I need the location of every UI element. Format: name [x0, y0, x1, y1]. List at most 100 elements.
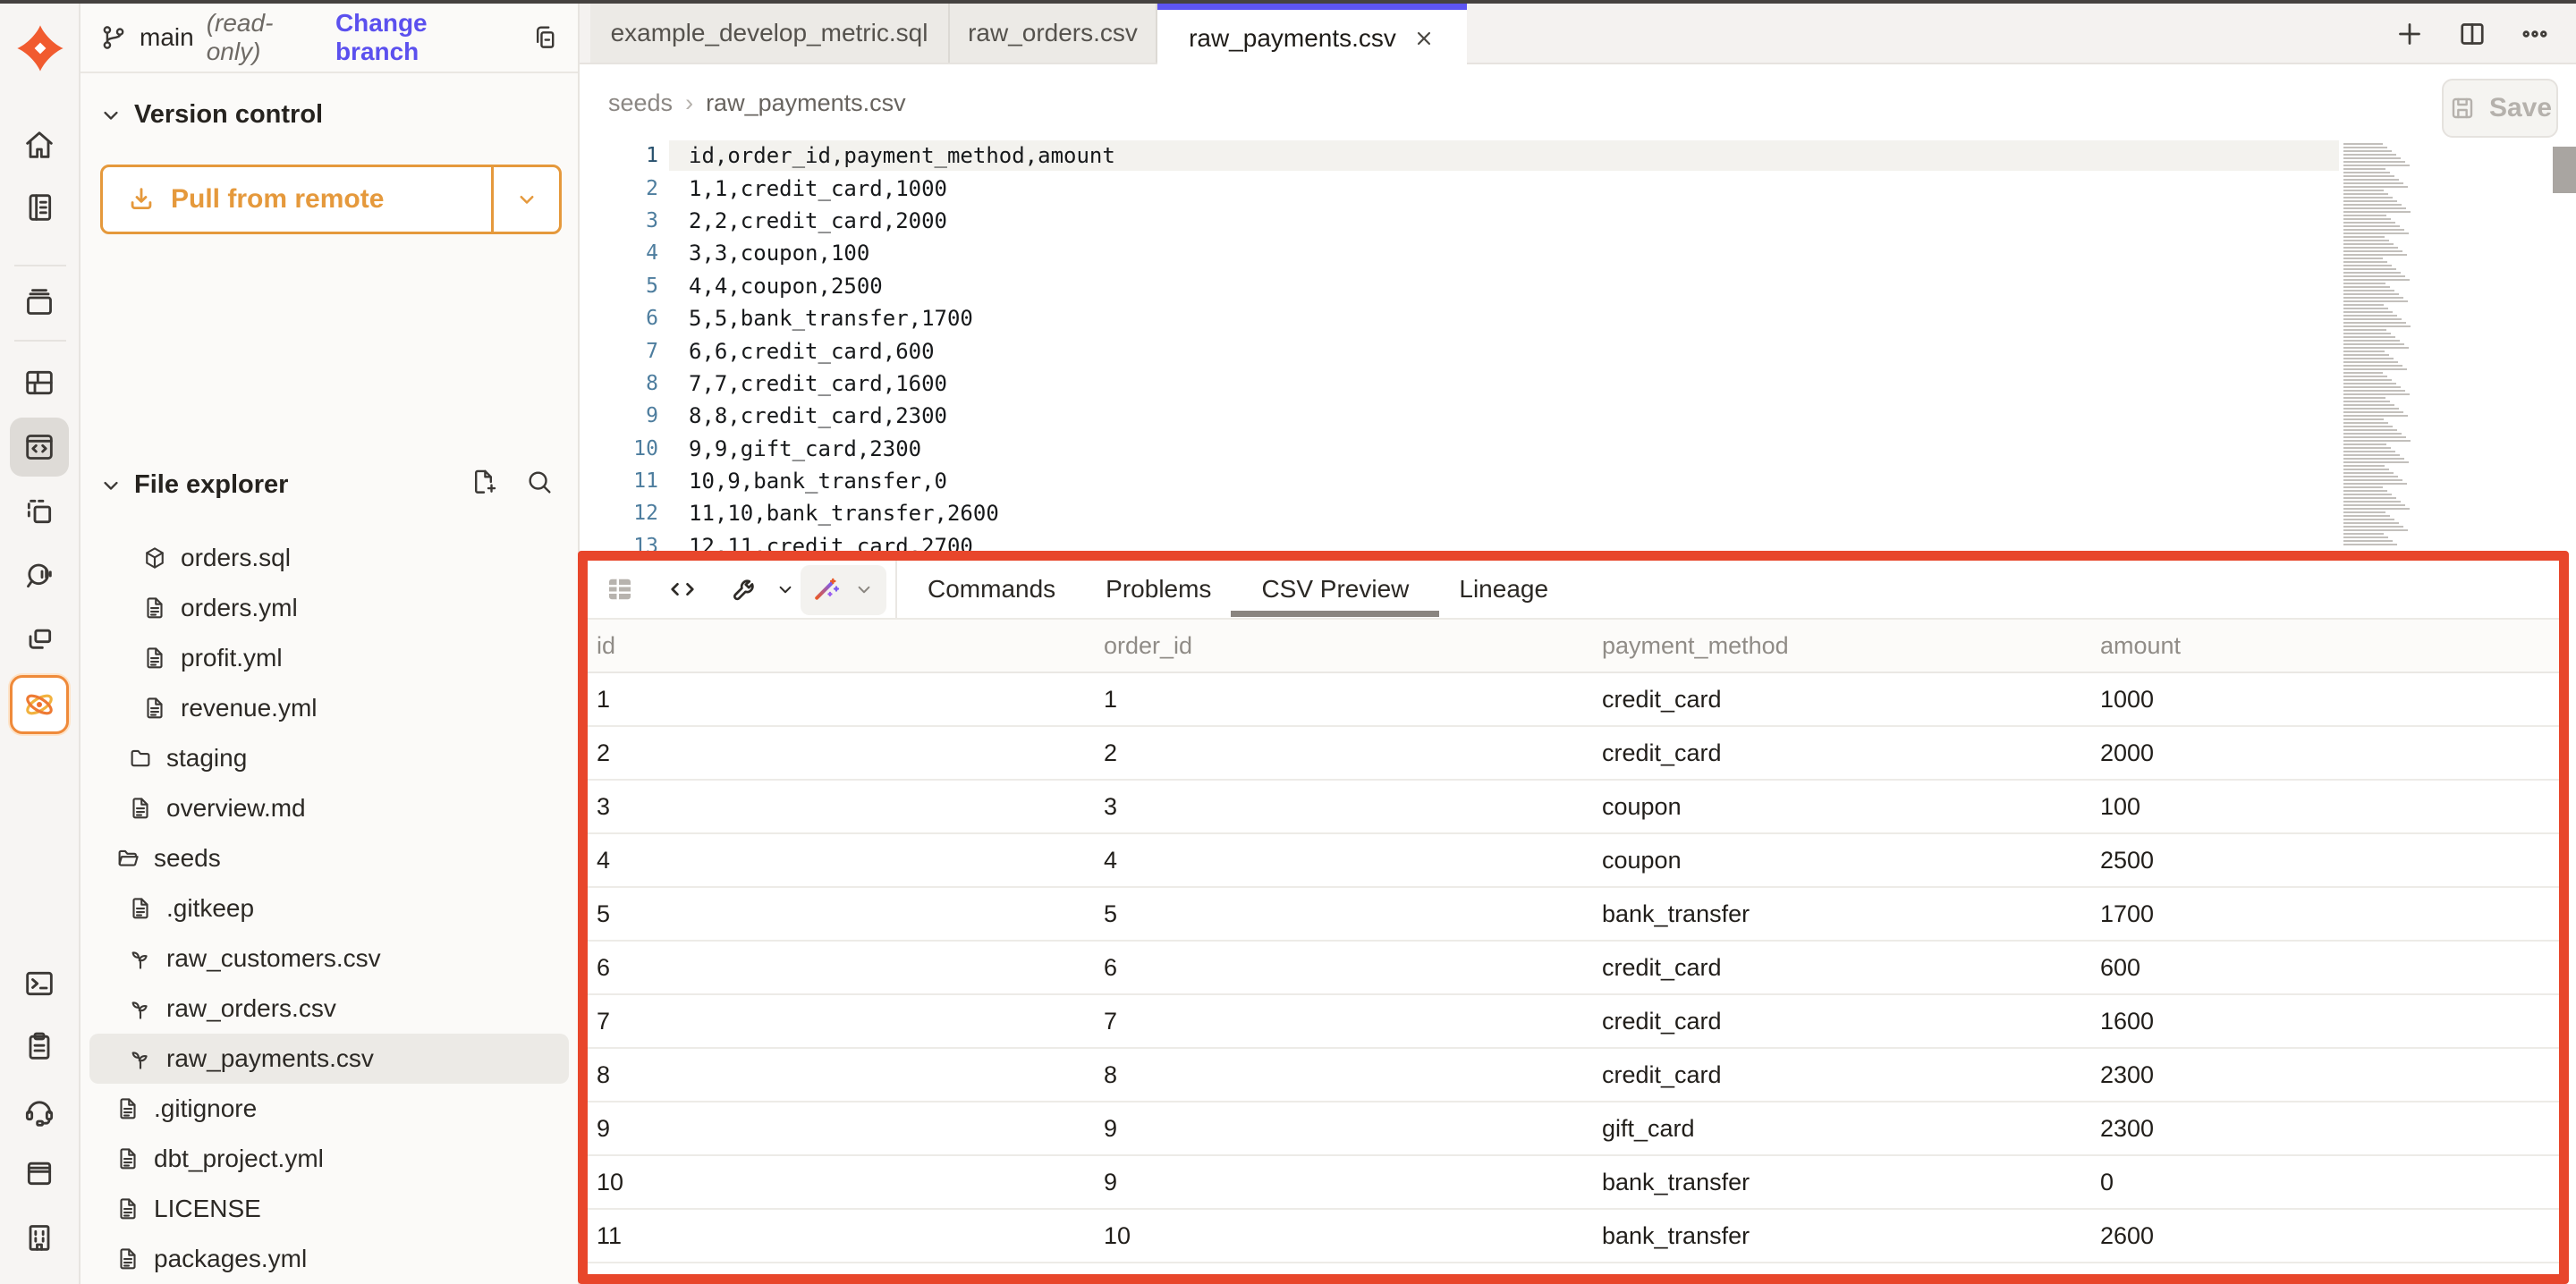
- tab-raw_payments.csv[interactable]: raw_payments.csv: [1157, 4, 1467, 66]
- code-line-3[interactable]: 32,2,credit_card,2000: [580, 205, 2339, 237]
- windows-overlap-icon[interactable]: [10, 611, 69, 670]
- bottom-tab-Problems[interactable]: Problems: [1106, 575, 1211, 604]
- code-line-2[interactable]: 21,1,credit_card,1000: [580, 172, 2339, 204]
- column-header-payment_method[interactable]: payment_method: [1593, 632, 2091, 660]
- search-insights-icon[interactable]: [10, 546, 69, 605]
- line-text: 2,2,credit_card,2000: [689, 208, 947, 233]
- notebook-icon[interactable]: [10, 178, 69, 237]
- table-row-10[interactable]: 109bank_transfer0: [588, 1156, 2559, 1210]
- table-row-5[interactable]: 55bank_transfer1700: [588, 888, 2559, 942]
- table-cell: 7: [1095, 1008, 1593, 1035]
- save-button[interactable]: Save: [2442, 79, 2558, 138]
- table-row-11[interactable]: 1110bank_transfer2600: [588, 1210, 2559, 1263]
- code-icon[interactable]: [666, 573, 699, 605]
- split-view-icon[interactable]: [2456, 18, 2488, 50]
- clipboard-icon[interactable]: [10, 1017, 69, 1076]
- change-branch-link[interactable]: Change branch: [335, 9, 513, 66]
- file-item-orders.yml[interactable]: orders.yml: [89, 583, 569, 633]
- table-icon[interactable]: [604, 573, 636, 605]
- column-header-amount[interactable]: amount: [2091, 632, 2559, 660]
- dbt-logo-icon[interactable]: [15, 23, 65, 73]
- code-editor[interactable]: 1id,order_id,payment_method,amount21,1,c…: [580, 138, 2576, 558]
- column-header-id[interactable]: id: [588, 632, 1095, 660]
- chevron-down-icon[interactable]: [774, 578, 797, 601]
- file-item-label: raw_payments.csv: [166, 1044, 374, 1073]
- code-line-9[interactable]: 98,8,credit_card,2300: [580, 400, 2339, 432]
- table-cell: 1: [1095, 686, 1593, 714]
- version-control-section[interactable]: Version control: [98, 100, 323, 130]
- docs-book-icon[interactable]: [10, 1144, 69, 1203]
- wrench-icon[interactable]: [729, 573, 761, 605]
- home-icon[interactable]: [10, 115, 69, 174]
- tab-example_develop_metric.sql[interactable]: example_develop_metric.sql: [590, 4, 950, 63]
- new-file-icon[interactable]: [469, 467, 499, 497]
- file-item-label: orders.sql: [181, 544, 291, 572]
- file-item-raw_orders.csv[interactable]: raw_orders.csv: [89, 984, 569, 1034]
- code-line-7[interactable]: 76,6,credit_card,600: [580, 334, 2339, 367]
- tab-raw_orders.csv[interactable]: raw_orders.csv: [950, 4, 1157, 63]
- code-line-12[interactable]: 1211,10,bank_transfer,2600: [580, 497, 2339, 529]
- bottom-tab-Commands[interactable]: Commands: [928, 575, 1055, 604]
- table-row-9[interactable]: 99gift_card2300: [588, 1102, 2559, 1156]
- code-line-1[interactable]: 1id,order_id,payment_method,amount: [580, 139, 2339, 172]
- folder-open-icon: [114, 845, 141, 872]
- ellipsis-icon[interactable]: [2519, 18, 2551, 50]
- breadcrumb-folder[interactable]: seeds: [608, 89, 673, 117]
- code-line-4[interactable]: 43,3,coupon,100: [580, 237, 2339, 269]
- window-copy-icon[interactable]: [10, 482, 69, 541]
- file-item-.gitkeep[interactable]: .gitkeep: [89, 883, 569, 933]
- seed-icon: [127, 995, 154, 1022]
- code-line-5[interactable]: 54,4,coupon,2500: [580, 270, 2339, 302]
- copy-icon[interactable]: [530, 22, 560, 53]
- file-explorer-section[interactable]: File explorer: [98, 470, 288, 500]
- minimap[interactable]: [2343, 143, 2415, 547]
- file-item-revenue.yml[interactable]: revenue.yml: [89, 683, 569, 733]
- table-row-3[interactable]: 33coupon100: [588, 781, 2559, 834]
- editor-tabbar: example_develop_metric.sqlraw_orders.csv…: [580, 4, 2576, 64]
- pull-options-caret[interactable]: [491, 167, 559, 232]
- file-item-orders.sql[interactable]: orders.sql: [89, 533, 569, 583]
- breadcrumb-file[interactable]: raw_payments.csv: [706, 89, 906, 117]
- terminal-icon[interactable]: [10, 954, 69, 1013]
- dbt-copilot-atom-icon[interactable]: [10, 675, 69, 734]
- chevron-down-icon[interactable]: [852, 578, 876, 601]
- file-item-profit.yml[interactable]: profit.yml: [89, 633, 569, 683]
- headset-icon[interactable]: [10, 1081, 69, 1140]
- table-cell: credit_card: [1593, 954, 2091, 982]
- code-line-11[interactable]: 1110,9,bank_transfer,0: [580, 465, 2339, 497]
- bottom-tab-Lineage[interactable]: Lineage: [1459, 575, 1548, 604]
- table-row-8[interactable]: 88credit_card2300: [588, 1049, 2559, 1102]
- file-item-overview.md[interactable]: overview.md: [89, 783, 569, 833]
- plus-icon[interactable]: [2394, 18, 2426, 50]
- breadcrumb-separator: ›: [685, 89, 693, 117]
- archive-icon[interactable]: [10, 273, 69, 332]
- table-row-6[interactable]: 66credit_card600: [588, 942, 2559, 995]
- layout-bricks-icon[interactable]: [10, 353, 69, 412]
- search-icon[interactable]: [524, 467, 555, 497]
- table-row-2[interactable]: 22credit_card2000: [588, 727, 2559, 781]
- file-item-raw_payments.csv[interactable]: raw_payments.csv: [89, 1034, 569, 1084]
- file-item-LICENSE[interactable]: LICENSE: [89, 1184, 569, 1234]
- line-text: 11,10,bank_transfer,2600: [689, 501, 999, 526]
- pull-from-remote-button[interactable]: Pull from remote: [100, 165, 562, 234]
- code-editor-icon[interactable]: [10, 418, 69, 477]
- file-item-.gitignore[interactable]: .gitignore: [89, 1084, 569, 1134]
- code-line-8[interactable]: 87,7,credit_card,1600: [580, 367, 2339, 400]
- table-row-1[interactable]: 11credit_card1000: [588, 673, 2559, 727]
- code-line-6[interactable]: 65,5,bank_transfer,1700: [580, 302, 2339, 334]
- file-item-dbt_project.yml[interactable]: dbt_project.yml: [89, 1134, 569, 1184]
- table-cell: credit_card: [1593, 1008, 2091, 1035]
- organization-building-icon[interactable]: [10, 1208, 69, 1267]
- table-row-7[interactable]: 77credit_card1600: [588, 995, 2559, 1049]
- bottom-tab-CSV Preview[interactable]: CSV Preview: [1261, 575, 1409, 604]
- file-item-staging[interactable]: staging: [89, 733, 569, 783]
- file-item-seeds[interactable]: seeds: [89, 833, 569, 883]
- table-row-4[interactable]: 44coupon2500: [588, 834, 2559, 888]
- file-item-packages.yml[interactable]: packages.yml: [89, 1234, 569, 1284]
- magic-wand-icon[interactable]: [809, 573, 842, 605]
- editor-scrollbar-thumb[interactable]: [2553, 147, 2576, 193]
- file-item-raw_customers.csv[interactable]: raw_customers.csv: [89, 933, 569, 984]
- close-icon[interactable]: [1412, 27, 1436, 50]
- code-line-10[interactable]: 109,9,gift_card,2300: [580, 433, 2339, 465]
- column-header-order_id[interactable]: order_id: [1095, 632, 1593, 660]
